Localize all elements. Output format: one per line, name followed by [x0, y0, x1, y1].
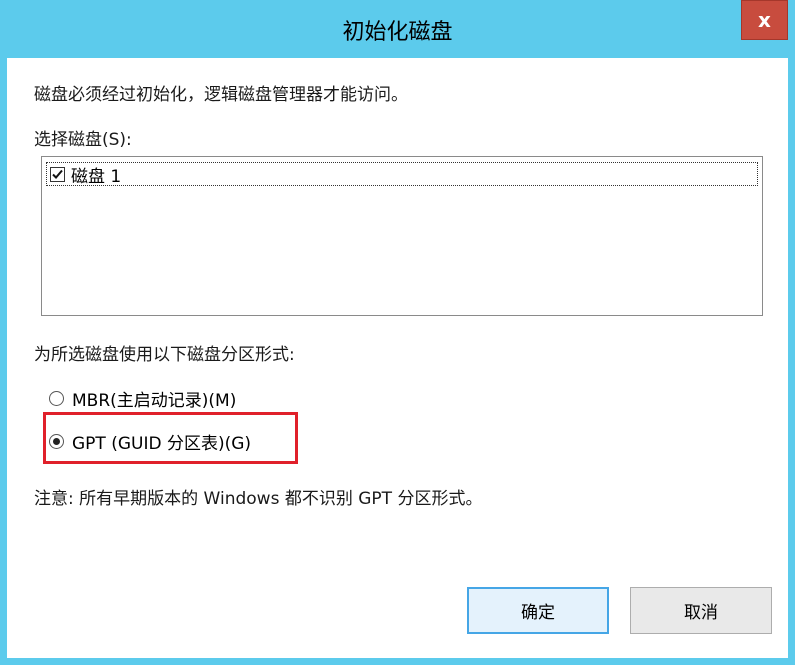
- checkmark-icon: [52, 169, 63, 179]
- partition-style-label: 为所选磁盘使用以下磁盘分区形式:: [34, 345, 295, 365]
- cancel-button[interactable]: 取消: [630, 587, 772, 634]
- mbr-label: MBR(主启动记录)(M): [72, 391, 237, 411]
- close-icon: x: [758, 8, 771, 32]
- highlight-annotation-box: [43, 412, 298, 464]
- window-title: 初始化磁盘: [342, 20, 453, 45]
- title-bar[interactable]: 初始化磁盘 x: [7, 0, 788, 58]
- select-disk-label: 选择磁盘(S):: [34, 130, 132, 150]
- initialize-disk-dialog: 初始化磁盘 x 磁盘必须经过初始化，逻辑磁盘管理器才能访问。 选择磁盘(S): …: [0, 0, 795, 665]
- compatibility-note: 注意: 所有早期版本的 Windows 都不识别 GPT 分区形式。: [34, 489, 483, 509]
- ok-button[interactable]: 确定: [467, 587, 609, 634]
- disk-list-item[interactable]: 磁盘 1: [46, 162, 758, 187]
- disk-checkbox[interactable]: [50, 166, 65, 182]
- mbr-option[interactable]: MBR(主启动记录)(M): [49, 386, 236, 411]
- close-button[interactable]: x: [741, 0, 788, 40]
- disk-listbox[interactable]: 磁盘 1: [41, 156, 763, 316]
- disk-label: 磁盘 1: [71, 166, 122, 187]
- description-text: 磁盘必须经过初始化，逻辑磁盘管理器才能访问。: [34, 85, 408, 105]
- mbr-radio[interactable]: [49, 391, 64, 406]
